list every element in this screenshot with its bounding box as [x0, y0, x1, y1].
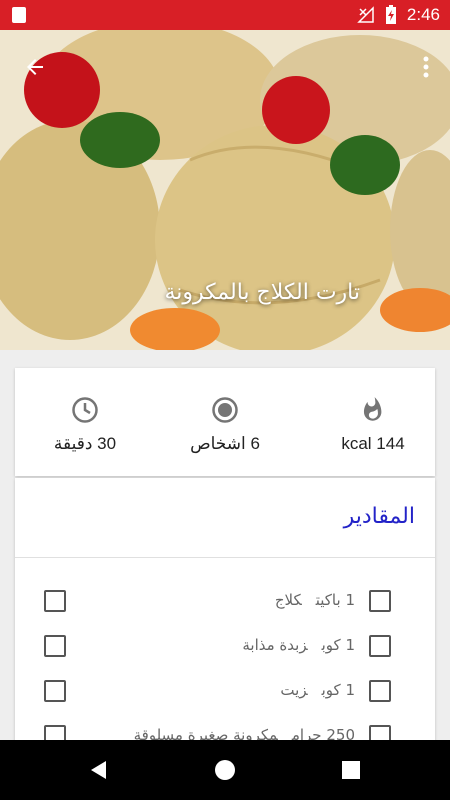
arrow-back-icon	[27, 59, 43, 75]
flame-icon	[363, 397, 382, 421]
ingredient-shopping-checkbox[interactable]	[44, 680, 66, 702]
ingredient-checkbox[interactable]	[369, 635, 391, 657]
ingredient-row: 1 كوب زيت	[15, 668, 435, 713]
no-signal-icon	[357, 6, 375, 24]
recipe-hero-image: تارت الكلاج بالمكرونة	[0, 30, 450, 350]
calories-stat: 144 kcal	[303, 396, 443, 454]
battery-charging-icon	[385, 5, 397, 25]
recipe-stats-card: 144 kcal 6 اشخاص 30 دقيقة	[15, 368, 435, 476]
ingredient-row: 1 باكيت كلاج	[15, 578, 435, 623]
ingredient-name: كلاج	[274, 591, 302, 609]
calories-value: 144 kcal	[341, 434, 405, 453]
ingredient-amount: 1 باكيت	[315, 591, 355, 609]
ingredient-amount: 1 كوب	[321, 681, 355, 699]
ingredient-text: 1 باكيت كلاج	[275, 591, 355, 609]
overflow-menu-button[interactable]	[414, 50, 438, 84]
square-recents-icon	[342, 761, 360, 779]
ingredient-row: 1 كوب زبدة مذابة	[15, 623, 435, 668]
duration-value: 30 دقيقة	[53, 434, 117, 453]
recipe-title: تارت الكلاج بالمكرونة	[164, 280, 360, 305]
nav-back-button[interactable]	[88, 759, 110, 781]
clock-icon	[72, 397, 98, 423]
ingredients-title: المقادير	[343, 504, 415, 529]
ingredient-shopping-checkbox[interactable]	[44, 635, 66, 657]
ingredient-name: زبدة مذابة	[242, 636, 308, 654]
radio-target-icon	[212, 397, 238, 423]
ingredient-text: 1 كوب زيت	[280, 681, 355, 699]
clock-time: 2:46	[406, 5, 440, 24]
triangle-back-icon	[91, 761, 106, 779]
more-vert-icon	[423, 56, 429, 78]
servings-stat: 6 اشخاص	[155, 396, 295, 454]
ingredient-text: 1 كوب زبدة مذابة	[242, 636, 355, 654]
back-button[interactable]	[18, 50, 52, 84]
ingredients-header: المقادير	[15, 478, 435, 558]
status-bar: 2:46	[0, 0, 450, 30]
ingredient-checkbox[interactable]	[369, 590, 391, 612]
system-nav-bar	[0, 740, 450, 800]
sd-card-icon	[12, 7, 26, 23]
circle-home-icon	[215, 760, 235, 780]
ingredient-amount: 1 كوب	[321, 636, 355, 654]
nav-recents-button[interactable]	[340, 759, 362, 781]
servings-value: 6 اشخاص	[190, 434, 260, 453]
ingredient-name: زيت	[280, 681, 308, 699]
duration-stat: 30 دقيقة	[15, 396, 155, 454]
nav-home-button[interactable]	[214, 759, 236, 781]
ingredient-shopping-checkbox[interactable]	[44, 590, 66, 612]
ingredient-checkbox[interactable]	[369, 680, 391, 702]
